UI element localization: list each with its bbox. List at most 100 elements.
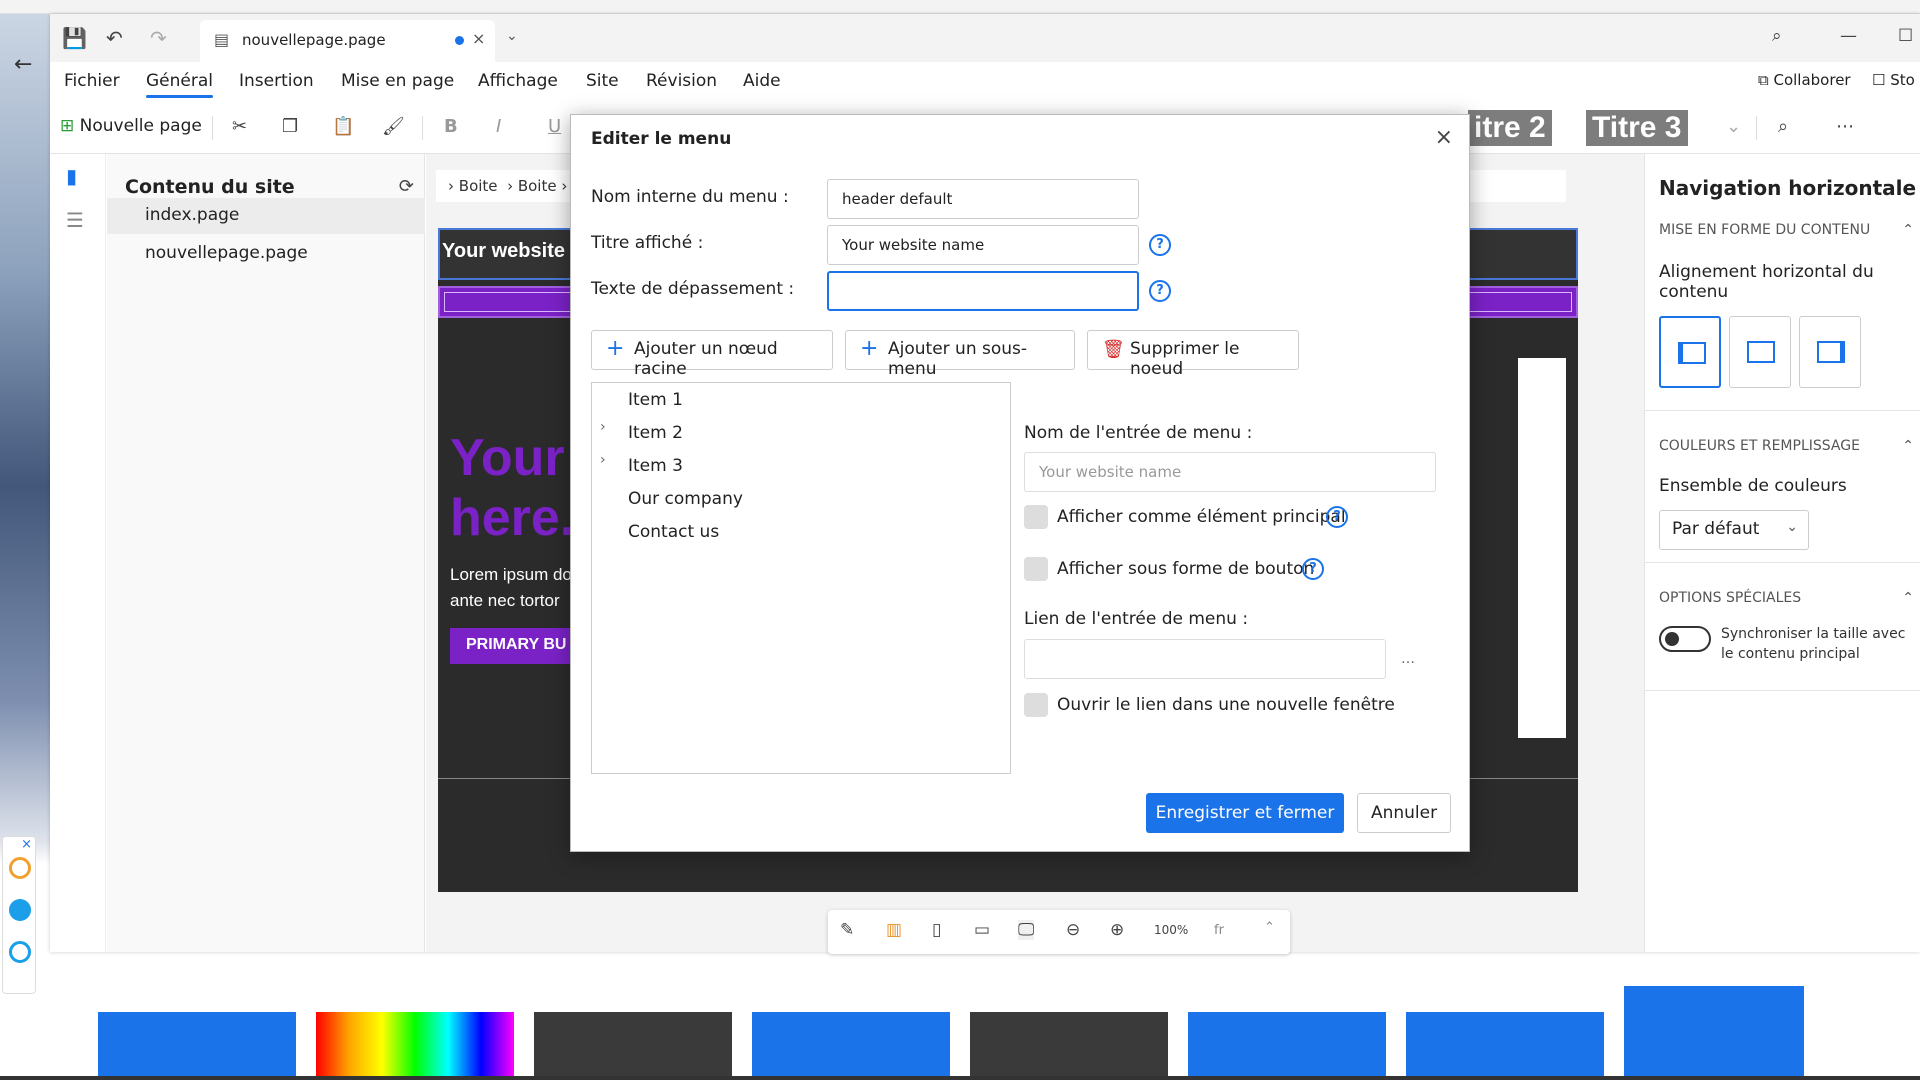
help-icon[interactable]: ? [1326,506,1348,528]
show-button-checkbox[interactable] [1024,557,1048,581]
menu-site[interactable]: Site [586,71,619,91]
plus-icon: + [860,336,879,361]
open-new-window-checkbox[interactable] [1024,693,1048,717]
search-icon[interactable]: ⌕ [1772,26,1782,46]
bg-tile [752,1012,950,1080]
tree-item[interactable]: Item 3 [628,456,683,476]
menu-revision[interactable]: Révision [646,71,717,91]
cancel-button[interactable]: Annuler [1357,793,1451,833]
new-page-button[interactable]: ⊞ Nouvelle page [60,116,202,136]
close-icon[interactable]: × [1435,125,1453,150]
align-label: Alignement horizontal du contenu [1659,262,1874,302]
list-icon[interactable]: ☰ [66,208,84,232]
menu-insertion[interactable]: Insertion [239,71,314,91]
toggle-knob [1665,632,1679,646]
tree-item[interactable]: Contact us [628,522,719,542]
desktop-icon[interactable]: 🖵 [1018,920,1035,940]
language-select[interactable]: fr [1214,923,1224,938]
menu-affichage[interactable]: Affichage [478,71,558,91]
refresh-icon[interactable]: ⟳ [399,176,414,197]
zoom-in-icon[interactable]: ⊕ [1110,920,1124,940]
chevron-up-icon[interactable]: ⌃ [1902,438,1914,454]
collaborate-button[interactable]: ⧉ Collaborer [1758,71,1851,89]
show-main-checkbox[interactable] [1024,505,1048,529]
site-page-item[interactable]: nouvellepage.page [107,236,425,272]
italic-button[interactable]: I [496,116,501,137]
undo-icon[interactable]: ↶ [106,26,123,50]
entry-link-input[interactable] [1024,639,1386,679]
entry-name-input[interactable] [1024,452,1436,492]
chevron-right-icon[interactable]: › [600,419,606,435]
preview-primary-button[interactable]: PRIMARY BU [450,628,590,664]
back-arrow-icon[interactable]: ← [14,52,32,77]
save-icon[interactable]: 💾 [62,26,87,50]
paste-icon[interactable]: 📋 [332,116,354,137]
bulb-icon[interactable] [9,941,31,963]
section-header[interactable]: OPTIONS SPÉCIALES [1659,590,1801,606]
more-options-icon[interactable]: ⋯ [1836,116,1854,137]
align-center-button[interactable] [1729,316,1791,388]
add-root-node-button[interactable]: + Ajouter un nœud racine [591,330,833,379]
store-button[interactable]: ☐ Sto [1872,71,1915,89]
chevron-right-icon[interactable]: › [600,452,606,468]
search-icon[interactable]: ⌕ [1778,116,1788,137]
chevron-up-icon[interactable]: ⌃ [1264,920,1275,935]
save-and-close-button[interactable]: Enregistrer et fermer [1146,793,1344,833]
section-header[interactable]: COULEURS ET REMPLISSAGE [1659,438,1860,454]
entry-name-label: Nom de l'entrée de menu : [1024,423,1253,443]
tree-item[interactable]: Item 1 [628,390,683,410]
breadcrumb-item[interactable]: Boite [459,177,498,195]
colors-icon[interactable] [9,857,31,879]
delete-node-button[interactable]: 🗑 Supprimer le noeud [1087,330,1299,379]
chevron-up-icon[interactable]: ⌃ [1902,590,1914,606]
close-tab-icon[interactable]: × [472,29,485,48]
maximize-icon[interactable]: ☐ [1898,26,1913,46]
left-rail: ▮ ☰ [50,154,106,952]
chevron-up-icon[interactable]: ⌃ [1902,222,1914,238]
copy-icon[interactable]: ❐ [282,116,298,137]
chevron-down-icon[interactable]: ⌄ [1726,116,1741,137]
page-icon[interactable]: ▥ [886,920,902,940]
breadcrumb-item[interactable]: Boite [518,177,557,195]
tree-item[interactable]: Our company [628,489,743,509]
zoom-out-icon[interactable]: ⊖ [1066,920,1080,940]
menu-aide[interactable]: Aide [743,71,781,91]
sync-size-toggle[interactable] [1659,626,1711,652]
plus-circle-icon[interactable] [9,899,31,921]
style-titre3[interactable]: Titre 3 [1586,110,1688,146]
format-painter-icon[interactable]: 🖌 [382,116,405,137]
tree-item[interactable]: Item 2 [628,423,683,443]
help-icon[interactable]: ? [1302,558,1324,580]
cut-icon[interactable]: ✂ [232,116,247,137]
more-options-icon[interactable]: … [1401,651,1415,667]
align-right-button[interactable] [1799,316,1861,388]
bold-button[interactable]: B [444,116,458,137]
site-content-panel: Contenu du site ⟳ index.page nouvellepag… [107,154,425,952]
zoom-level[interactable]: 100% [1154,923,1188,937]
help-icon[interactable]: ? [1149,234,1171,256]
minimize-icon[interactable]: — [1840,26,1857,46]
edit-icon[interactable]: ✎ [840,920,854,940]
site-page-item[interactable]: index.page [107,198,425,234]
menu-mise-en-page[interactable]: Mise en page [341,71,454,91]
book-icon[interactable]: ▮ [66,164,77,188]
section-header[interactable]: MISE EN FORME DU CONTENU [1659,222,1870,238]
close-icon[interactable]: × [21,837,32,852]
style-titre2[interactable]: itre 2 [1468,110,1552,146]
redo-icon[interactable]: ↷ [150,26,167,50]
align-left-button[interactable] [1659,316,1721,388]
overflow-text-input[interactable] [827,271,1139,311]
menu-fichier[interactable]: Fichier [64,71,120,91]
help-icon[interactable]: ? [1149,280,1171,302]
add-submenu-button[interactable]: + Ajouter un sous-menu [845,330,1075,379]
document-tab[interactable]: ▤ nouvellepage.page × [200,20,495,62]
internal-name-input[interactable] [827,179,1139,219]
display-title-input[interactable] [827,225,1139,265]
plus-icon: + [606,336,625,361]
tablet-icon[interactable]: ▭ [974,920,990,940]
menu-general[interactable]: Général [146,71,213,98]
color-set-select[interactable]: Par défaut ⌄ [1659,510,1809,550]
chevron-down-icon[interactable]: ⌄ [506,28,518,44]
underline-button[interactable]: U [548,116,561,137]
mobile-icon[interactable]: ▯ [932,920,941,940]
